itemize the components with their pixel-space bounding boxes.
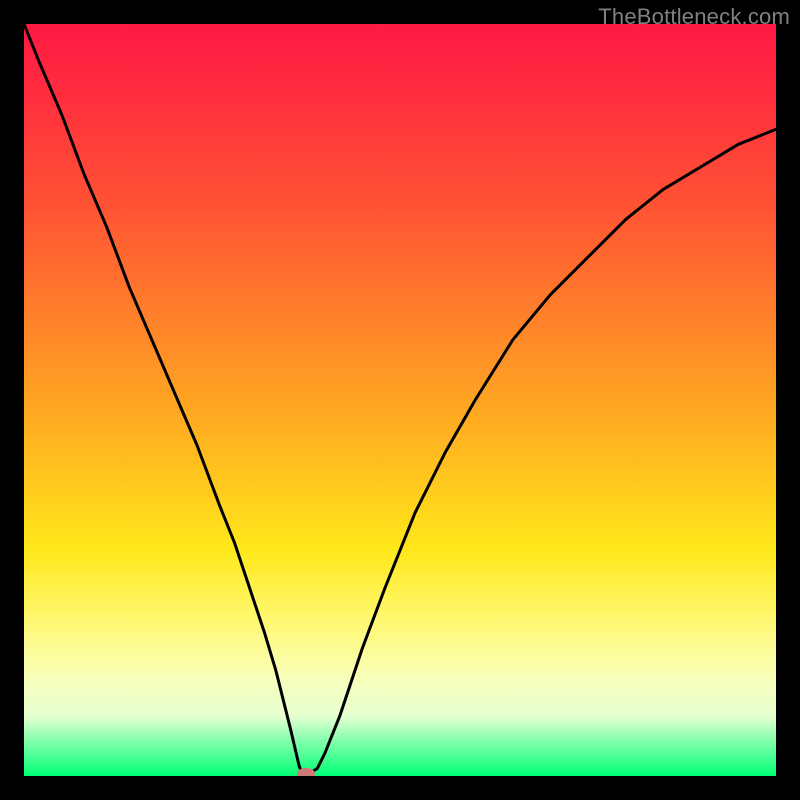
plot-area [24, 24, 776, 776]
optimal-point-marker [297, 768, 315, 776]
watermark-text: TheBottleneck.com [598, 4, 790, 30]
bottleneck-curve [24, 24, 776, 776]
